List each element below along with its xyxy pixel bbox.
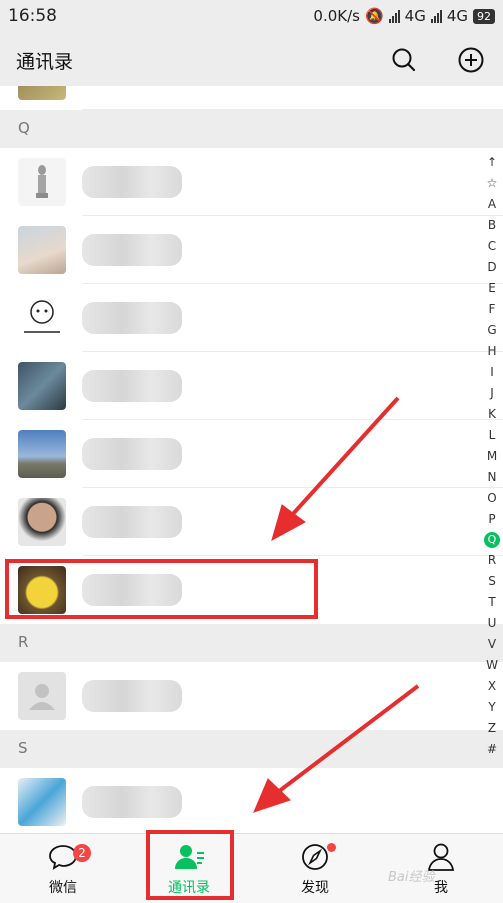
annotation-highlight-box-tab (146, 830, 234, 900)
annotation-arrows (253, 396, 420, 813)
tab-label: 微信 (49, 880, 77, 896)
unread-badge: 2 (73, 844, 91, 862)
tab-discover[interactable]: 发现 (252, 834, 378, 903)
watermark: Bai经验 (388, 870, 435, 885)
new-dot (327, 843, 336, 852)
tab-chats[interactable]: 2 微信 (0, 834, 126, 903)
tab-label: 发现 (301, 880, 329, 896)
